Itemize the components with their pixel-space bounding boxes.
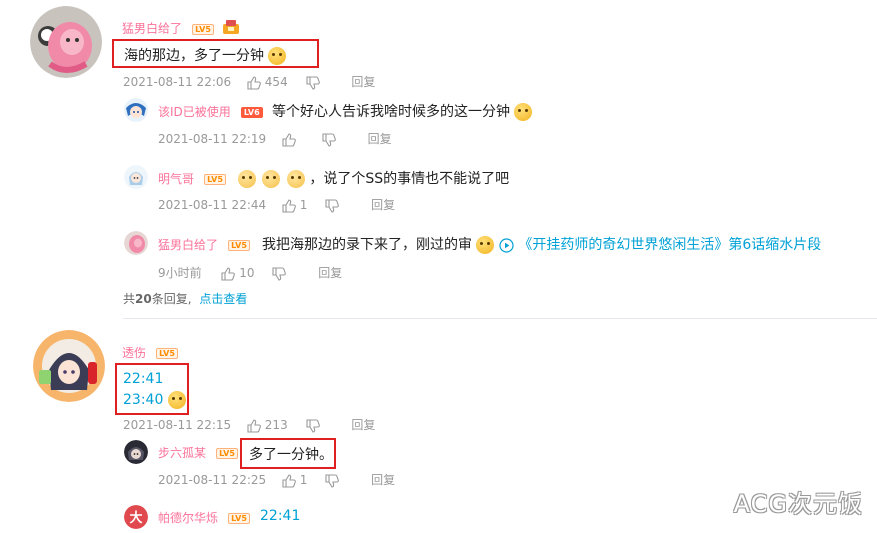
video-link[interactable]: 《开挂药师的奇幻世界悠闲生活》第6话缩水片段 (499, 237, 821, 253)
dislike-button[interactable] (305, 75, 324, 90)
username[interactable]: 猛男白给了 (122, 22, 182, 36)
reply-total: 20 (135, 292, 152, 306)
thumbs-up-icon (282, 132, 296, 147)
level-badge: LV5 (192, 23, 214, 35)
username[interactable]: 透伤 (122, 346, 146, 360)
level-badge: LV5 (228, 513, 250, 524)
avatar[interactable] (124, 165, 148, 189)
reply-button[interactable]: 回复 (371, 473, 395, 487)
thumbs-down-icon (325, 473, 340, 488)
like-button[interactable]: 1 (282, 473, 311, 488)
crying-emoji-icon (262, 170, 281, 188)
reply-date: 2021-08-11 22:44 (158, 198, 267, 212)
thumbs-up-icon (247, 75, 261, 90)
like-button[interactable]: 1 (282, 198, 311, 213)
comment-date: 2021-08-11 22:15 (123, 418, 232, 432)
username[interactable]: 帕德尔华烁 (158, 511, 218, 525)
like-count: 213 (264, 418, 288, 432)
play-circle-icon (499, 237, 514, 253)
comment-text: 海的那边，多了一分钟 (124, 48, 264, 64)
reply-date: 2021-08-11 22:19 (158, 132, 267, 146)
reply-date: 2021-08-11 22:25 (158, 473, 267, 487)
reply-button[interactable]: 回复 (351, 418, 375, 432)
reply-button[interactable]: 回复 (351, 75, 375, 89)
emoji-icon (514, 103, 533, 121)
username[interactable]: 该ID已被使用 (158, 105, 231, 119)
reply-text: ，说了个SS的事情也不能说了吧 (309, 171, 510, 187)
reply-text: 我把海那边的录下来了，刚过的审 (262, 237, 472, 253)
thumbs-up-icon (247, 418, 261, 433)
level-badge: LV5 (228, 240, 250, 251)
username[interactable]: 猛男白给了 (158, 238, 218, 252)
reply-button[interactable]: 回复 (371, 198, 395, 212)
reply-text: 等个好心人告诉我啥时候多的这一分钟 (272, 104, 510, 120)
like-button[interactable]: 10 (221, 266, 258, 281)
level-badge: LV5 (216, 448, 238, 459)
crying-emoji-icon (286, 170, 305, 188)
view-more-link[interactable]: 点击查看 (199, 292, 247, 306)
medal-icon (222, 19, 240, 39)
dislike-button[interactable] (305, 418, 324, 433)
thumbs-up-icon (221, 266, 236, 281)
emoji-icon (268, 47, 287, 65)
like-button[interactable]: 213 (247, 418, 292, 433)
watermark: ACG次元饭 (733, 490, 863, 518)
thumbs-down-icon (325, 198, 340, 213)
username[interactable]: 步六孤某 (158, 446, 206, 460)
username[interactable]: 明气哥 (158, 172, 194, 186)
crying-emoji-icon (238, 170, 256, 188)
like-count: 1 (299, 198, 308, 212)
like-button[interactable] (282, 132, 300, 147)
level-badge: LV5 (204, 174, 226, 185)
video-link-label: 《开挂药师的奇幻世界悠闲生活》第6话缩水片段 (518, 237, 822, 253)
reply-date: 9小时前 (158, 266, 202, 280)
reply-button[interactable]: 回复 (368, 132, 392, 146)
divider (123, 318, 877, 319)
thumbs-down-icon (305, 418, 320, 433)
level-badge: LV6 (240, 107, 263, 118)
emoji-icon (476, 236, 495, 254)
like-count: 454 (264, 75, 288, 89)
svg-text:大: 大 (129, 510, 142, 526)
thumbs-down-icon (305, 75, 320, 90)
avatar[interactable]: 大 (124, 505, 148, 529)
thumbs-down-icon (322, 132, 336, 147)
thumbs-up-icon (282, 473, 296, 488)
dislike-button[interactable] (322, 132, 340, 147)
comment-date: 2021-08-11 22:06 (123, 75, 232, 89)
avatar[interactable] (30, 6, 102, 78)
dislike-button[interactable] (325, 473, 343, 488)
avatar[interactable] (124, 98, 148, 122)
avatar[interactable] (124, 440, 148, 464)
like-button[interactable]: 454 (247, 75, 292, 90)
reply-summary: 共20条回复, 点击查看 (123, 292, 248, 306)
timestamp-link[interactable]: 23:40 (123, 392, 163, 408)
avatar[interactable] (124, 231, 148, 255)
timestamp-link[interactable]: 22:41 (260, 508, 300, 524)
thumbs-up-icon (282, 198, 296, 213)
timestamp-link[interactable]: 22:41 (123, 369, 186, 390)
dislike-button[interactable] (325, 198, 343, 213)
emoji-icon (167, 391, 186, 409)
like-count: 1 (299, 473, 308, 487)
dislike-button[interactable] (272, 266, 290, 281)
avatar[interactable] (33, 330, 105, 402)
level-badge: LV5 (156, 348, 178, 359)
reply-button[interactable]: 回复 (318, 266, 342, 280)
thumbs-down-icon (272, 266, 287, 281)
like-count: 10 (239, 266, 255, 280)
reply-text: 多了一分钟。 (249, 447, 333, 463)
